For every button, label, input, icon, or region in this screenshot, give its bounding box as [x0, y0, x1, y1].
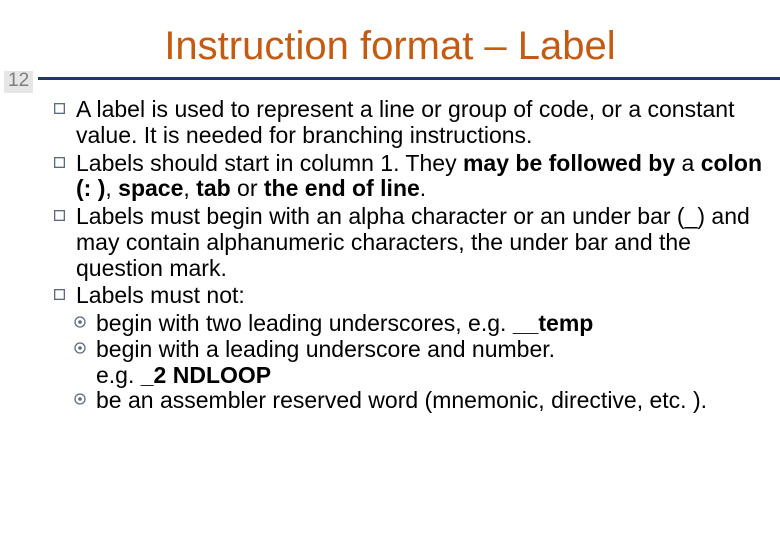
sub-bullet-item: begin with a leading underscore and numb… — [74, 337, 770, 363]
text-fragment: begin with two leading underscores, e.g. — [96, 310, 513, 336]
sub-bullet-item: begin with two leading underscores, e.g.… — [74, 311, 770, 337]
bold-text: __temp — [513, 310, 594, 336]
header-bar: 12 — [0, 75, 780, 93]
bullet-item: Labels should start in column 1. They ma… — [54, 151, 770, 203]
bullet-item: Labels must not: — [54, 283, 770, 309]
circle-dot-bullet-icon — [74, 388, 96, 405]
bold-text: _2 NDLOOP — [141, 362, 271, 388]
bold-text: may be followed by — [463, 150, 675, 176]
square-bullet-icon — [54, 97, 76, 114]
slide-title: Instruction format – Label — [0, 0, 780, 75]
sub-bullet-item: be an assembler reserved word (mnemonic,… — [74, 388, 770, 414]
sub-bullet-text: begin with a leading underscore and numb… — [96, 337, 770, 363]
circle-dot-bullet-icon — [74, 337, 96, 354]
accent-bar — [38, 77, 780, 80]
bullet-item: Labels must begin with an alpha characte… — [54, 204, 770, 281]
text-fragment: , — [105, 175, 118, 201]
text-fragment: . — [420, 175, 426, 201]
text-fragment: Labels should start in column 1. They — [76, 150, 463, 176]
sub-bullet-text: e.g. _2 NDLOOP — [74, 363, 271, 389]
sub-bullet-continuation: e.g. _2 NDLOOP — [74, 363, 770, 389]
bullet-item: A label is used to represent a line or g… — [54, 97, 770, 149]
bullet-text: Labels must begin with an alpha characte… — [76, 204, 770, 281]
text-fragment: e.g. — [96, 362, 141, 388]
square-bullet-icon — [54, 204, 76, 221]
bullet-text: Labels must not: — [76, 283, 770, 309]
bullet-text: A label is used to represent a line or g… — [76, 97, 770, 149]
sub-bullet-list: begin with two leading underscores, e.g.… — [54, 311, 770, 414]
slide: Instruction format – Label 12 A label is… — [0, 0, 780, 540]
bullet-text: Labels should start in column 1. They ma… — [76, 151, 770, 203]
sub-bullet-text: be an assembler reserved word (mnemonic,… — [96, 388, 770, 414]
circle-dot-bullet-icon — [74, 311, 96, 328]
bold-text: tab — [196, 175, 231, 201]
bold-text: space — [118, 175, 183, 201]
page-number-badge: 12 — [4, 71, 33, 93]
sub-bullet-text: begin with two leading underscores, e.g.… — [96, 311, 770, 337]
content-area: A label is used to represent a line or g… — [0, 93, 780, 414]
square-bullet-icon — [54, 151, 76, 168]
text-fragment: , — [183, 175, 196, 201]
text-fragment: or — [231, 175, 264, 201]
bold-text: the end of line — [264, 175, 420, 201]
text-fragment: a — [675, 150, 701, 176]
square-bullet-icon — [54, 283, 76, 300]
